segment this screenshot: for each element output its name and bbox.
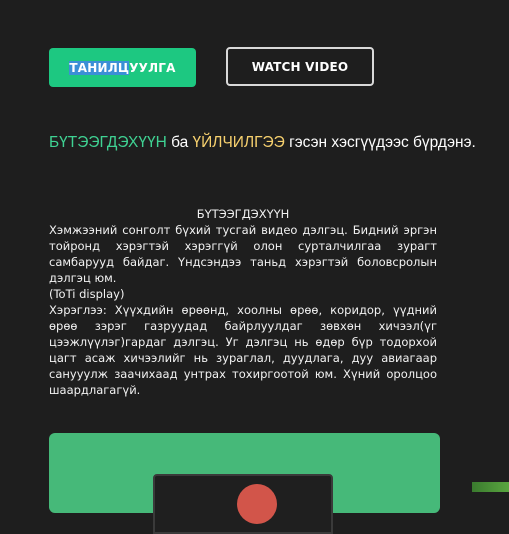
corner-thumbnail-image	[472, 482, 509, 492]
section-paragraph-product-name: (ToTi display)	[49, 287, 125, 301]
products-section: БҮТЭЭГДЭХҮҮН Хэмжээний сонголт бүхий тус…	[49, 206, 437, 398]
watch-video-button[interactable]: WATCH VIDEO	[226, 47, 374, 86]
laptop-screen-graphic	[237, 484, 277, 524]
headline-products: БҮТЭЭГДЭХҮҮН	[49, 134, 167, 151]
laptop-illustration	[153, 474, 333, 534]
introduction-button-selected-text: ТАНИЛЦ	[69, 60, 130, 75]
section-paragraph-description: Хэмжээний сонголт бүхий тусгай видео дэл…	[49, 223, 437, 285]
headline: БҮТЭЭГДЭХҮҮН ба ҮЙЛЧИЛГЭЭ гэсэн хэсгүүдэ…	[49, 133, 489, 153]
section-title: БҮТЭЭГДЭХҮҮН	[196, 207, 290, 221]
introduction-button-text: УУЛГА	[129, 60, 176, 75]
headline-and: ба	[166, 134, 193, 151]
headline-rest: гэсэн хэсгүүдээс бүрдэнэ.	[284, 134, 476, 151]
headline-services: ҮЙЛЧИЛГЭЭ	[192, 134, 285, 151]
introduction-button[interactable]: ТАНИЛЦ УУЛГА	[49, 48, 196, 87]
section-paragraph-usage: Хэрэглээ: Хүүхдийн өрөөнд, хоолны өрөө, …	[49, 303, 437, 397]
product-image-card	[49, 433, 440, 534]
